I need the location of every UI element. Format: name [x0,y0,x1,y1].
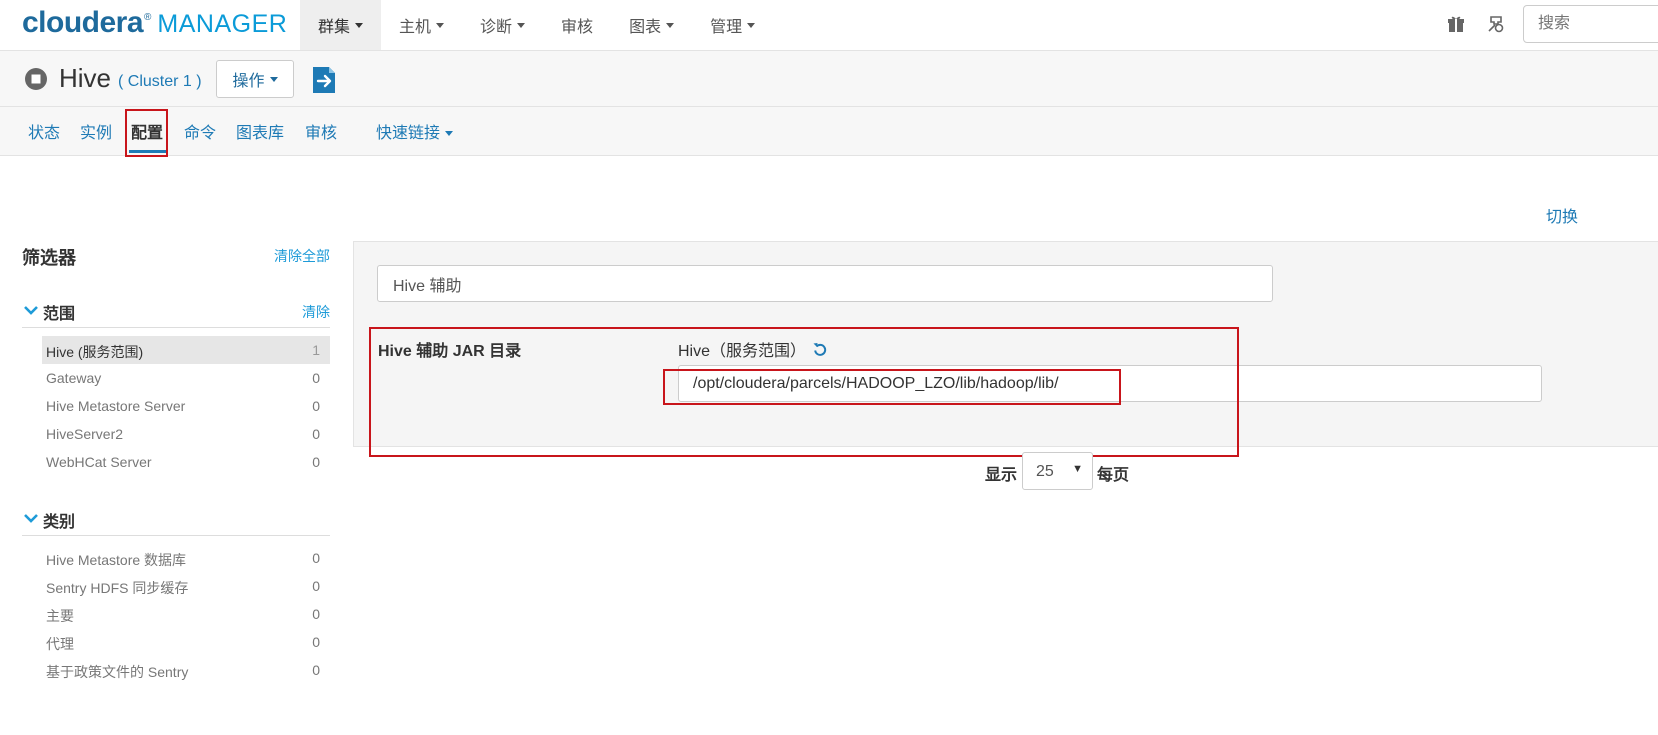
logo-manager-text: MANAGER [157,10,288,38]
tab-commands[interactable]: 命令 [184,119,216,143]
highlight-box-config-tab [125,109,168,157]
topnav-hosts[interactable]: 主机 [381,0,462,50]
global-search-input[interactable] [1523,5,1658,43]
filter-group-label: 类别 [43,514,76,531]
gift-icon[interactable] [1446,12,1466,36]
tab-instances[interactable]: 实例 [80,119,112,143]
service-subtabs: 状态 实例 配置 命令 图表库 审核 快速链接 [0,107,1658,156]
tab-status[interactable]: 状态 [28,119,60,143]
topnav-charts[interactable]: 图表 [611,0,692,50]
caret-down-icon [517,22,526,28]
stopped-status-icon [25,68,47,90]
pagination-per-page-label: 每页 [1097,467,1130,484]
cloudera-manager-logo[interactable]: cloudera ® MANAGER [22,6,287,46]
pagination-show-label: 显示 [985,467,1018,484]
caret-down-icon [269,76,278,82]
topnav-clusters[interactable]: 群集 [300,0,382,50]
filter-item-webhcat-server[interactable]: WebHCat Server 0 [42,448,330,476]
cluster-link[interactable]: ( Cluster 1 ) [118,73,202,91]
highlight-box-value [663,369,1121,405]
chevron-down-icon [24,514,38,523]
switch-view-link[interactable]: 切换 [1546,203,1578,227]
logo-registered-mark: ® [144,12,152,23]
chevron-down-icon [24,306,38,315]
tab-chart-library[interactable]: 图表库 [236,119,284,143]
nav-icons [1446,12,1506,36]
filter-group-category[interactable]: 类别 [22,508,330,536]
filter-item-hive-service[interactable]: Hive (服务范围) 1 [42,336,330,364]
filter-item-proxy[interactable]: 代理 0 [42,628,330,656]
dropdown-arrow-icon: ▼ [1072,463,1083,475]
filter-item-hive-metastore-server[interactable]: Hive Metastore Server 0 [42,392,330,420]
clear-scope-link[interactable]: 清除 [302,302,330,322]
caret-down-icon [666,22,675,28]
caret-down-icon [445,131,454,137]
settings-wizard-icon[interactable] [1486,12,1506,36]
tab-audits[interactable]: 审核 [305,119,337,143]
caret-down-icon [747,22,756,28]
topnav-audits[interactable]: 审核 [543,0,611,50]
export-config-icon[interactable] [310,65,340,95]
filters-title: 筛选器 [22,248,76,268]
filter-group-scope[interactable]: 范围 清除 [22,300,330,328]
clear-all-filters-link[interactable]: 清除全部 [274,246,330,266]
caret-down-icon [355,22,364,28]
config-search-input[interactable] [377,265,1273,302]
service-title: Hive [59,63,112,93]
per-page-select[interactable]: 25 ▼ [1022,452,1093,490]
filter-item-main[interactable]: 主要 0 [42,600,330,628]
logo-cloudera-text: cloudera [22,6,144,39]
filter-item-gateway[interactable]: Gateway 0 [42,364,330,392]
service-header: Hive ( Cluster 1 ) 操作 [0,51,1658,107]
filter-item-policy-file-sentry[interactable]: 基于政策文件的 Sentry 0 [42,656,330,684]
topnav-diagnostics[interactable]: 诊断 [462,0,543,50]
filter-item-metastore-db[interactable]: Hive Metastore 数据库 0 [42,544,330,572]
filter-group-label: 范围 [43,306,76,323]
filter-item-hiveserver2[interactable]: HiveServer2 0 [42,420,330,448]
tab-quick-links[interactable]: 快速链接 [376,119,454,143]
filter-item-sentry-hdfs-sync[interactable]: Sentry HDFS 同步缓存 0 [42,572,330,600]
caret-down-icon [436,22,445,28]
topnav-administration[interactable]: 管理 [692,0,773,50]
top-nav: 群集 主机 诊断 审核 图表 管理 [300,0,773,50]
actions-button[interactable]: 操作 [216,60,294,98]
top-navbar: cloudera ® MANAGER 群集 主机 诊断 审核 图表 管理 [0,0,1658,51]
